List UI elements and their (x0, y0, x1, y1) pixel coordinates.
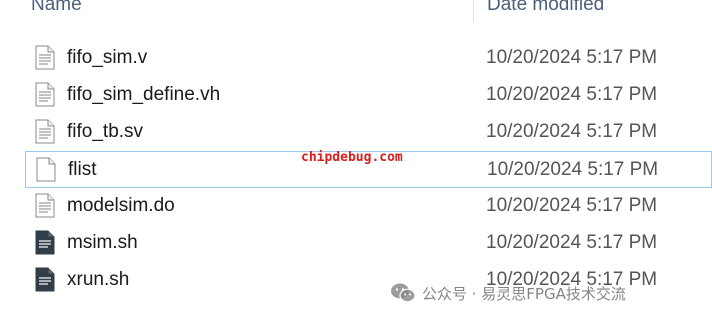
column-header-date-modified[interactable]: Date modified (487, 0, 604, 16)
script-file-icon (35, 230, 55, 255)
text-file-icon (35, 45, 55, 70)
file-date-modified: 10/20/2024 5:17 PM (486, 84, 658, 105)
file-name: msim.sh (67, 232, 138, 253)
file-name: fifo_tb.sv (67, 121, 144, 142)
text-file-icon (35, 82, 55, 107)
script-file-icon (35, 267, 55, 292)
file-date-modified: 10/20/2024 5:17 PM (486, 195, 658, 216)
wechat-icon (391, 283, 416, 303)
file-name: fifo_sim.v (67, 47, 148, 68)
file-date-modified: 10/20/2024 5:17 PM (486, 47, 658, 68)
text-file-icon (35, 193, 55, 218)
blank-file-icon (36, 157, 56, 182)
file-name: fifo_sim_define.vh (67, 84, 221, 105)
wechat-watermark-text: 公众号 · 易灵思FPGA技术交流 (422, 284, 626, 303)
column-header-bar: Name Date modified (0, 0, 712, 22)
file-name: modelsim.do (67, 195, 175, 216)
site-watermark: chipdebug.com (301, 150, 403, 165)
file-row[interactable]: fifo_sim.v 10/20/2024 5:17 PM (25, 40, 712, 77)
file-date-modified: 10/20/2024 5:17 PM (487, 159, 659, 180)
file-row[interactable]: fifo_tb.sv 10/20/2024 5:17 PM (25, 114, 712, 151)
file-row[interactable]: msim.sh 10/20/2024 5:17 PM (25, 225, 712, 262)
file-date-modified: 10/20/2024 5:17 PM (486, 121, 658, 142)
text-file-icon (35, 119, 55, 144)
column-divider[interactable] (473, 0, 474, 22)
file-date-modified: 10/20/2024 5:17 PM (486, 232, 658, 253)
wechat-watermark: 公众号 · 易灵思FPGA技术交流 (390, 280, 626, 306)
file-name: xrun.sh (67, 269, 130, 290)
file-row[interactable]: fifo_sim_define.vh 10/20/2024 5:17 PM (25, 77, 712, 114)
file-row[interactable]: modelsim.do 10/20/2024 5:17 PM (25, 188, 712, 225)
file-name: flist (68, 159, 97, 180)
column-header-name[interactable]: Name (31, 0, 82, 16)
